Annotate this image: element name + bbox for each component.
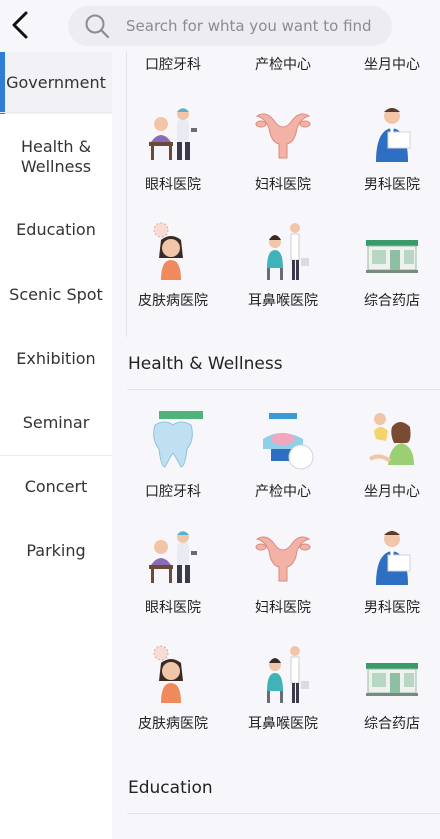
top-bar [0, 0, 440, 52]
item-label: 耳鼻喉医院 [248, 293, 318, 309]
category-item[interactable]: 眼科医院 [127, 525, 219, 617]
search-bar[interactable] [68, 6, 392, 46]
sidebar-item-concert[interactable]: Concert [0, 467, 112, 507]
category-sidebar: Government Health & Wellness Education S… [0, 52, 112, 839]
sidebar-item-label: Exhibition [16, 349, 96, 368]
ent-icon [267, 223, 309, 280]
sidebar-item-label: Government [6, 73, 106, 92]
category-item[interactable]: 综合药店 [346, 218, 438, 310]
sidebar-item-label: Concert [24, 477, 88, 496]
uterus-icon [255, 536, 311, 582]
item-label: 皮肤病医院 [138, 293, 208, 309]
category-item[interactable]: 皮肤病医院 [127, 641, 219, 733]
item-label: 男科医院 [364, 177, 420, 193]
divider [127, 813, 440, 814]
ent-icon [267, 646, 309, 703]
search-icon [85, 14, 110, 39]
item-label: 综合药店 [364, 293, 420, 309]
sidebar-item-government[interactable]: Government [0, 52, 112, 114]
item-label: 产检中心 [255, 484, 311, 500]
sidebar-item-label: Scenic Spot [9, 285, 103, 304]
divider [0, 455, 112, 456]
item-label[interactable]: 坐月中心 [346, 54, 438, 74]
sidebar-item-scenic-spot[interactable]: Scenic Spot [0, 275, 112, 315]
sidebar-item-label: Education [16, 220, 96, 239]
sidebar-item-exhibition[interactable]: Exhibition [0, 339, 112, 379]
item-label: 皮肤病医院 [138, 716, 208, 732]
male-doctor-icon [376, 531, 411, 585]
sidebar-item-seminar[interactable]: Seminar [0, 403, 112, 443]
item-label: 眼科医院 [145, 177, 201, 193]
item-label[interactable]: 口腔牙科 [127, 54, 219, 74]
category-content: 口腔牙科 产检中心 坐月中心 眼科医院 妇科医院 男科医院 皮肤病医院 耳鼻喉医… [127, 52, 440, 839]
section-title-education: Education [128, 778, 213, 798]
ophthalmology-icon [149, 108, 197, 160]
section-title-health-wellness: Health & Wellness [128, 354, 283, 374]
item-label: 男科医院 [364, 600, 420, 616]
sidebar-item-label: Parking [26, 541, 86, 560]
item-label: 妇科医院 [255, 177, 311, 193]
divider [127, 389, 440, 390]
category-item[interactable]: 妇科医院 [237, 102, 329, 194]
category-item[interactable]: 口腔牙科 [127, 409, 219, 501]
male-doctor-icon [376, 108, 411, 162]
dermatology-icon [153, 645, 183, 703]
item-label: 坐月中心 [364, 484, 420, 500]
category-item[interactable]: 妇科医院 [237, 525, 329, 617]
sidebar-item-label: Seminar [22, 413, 90, 432]
item-label: 口腔牙科 [145, 484, 201, 500]
category-item[interactable]: 综合药店 [346, 641, 438, 733]
sidebar-item-label: Health & Wellness [20, 137, 92, 176]
category-item[interactable]: 男科医院 [346, 102, 438, 194]
ophthalmology-icon [149, 531, 197, 583]
uterus-icon [255, 113, 311, 159]
category-item[interactable]: 皮肤病医院 [127, 218, 219, 310]
pharmacy-icon [366, 663, 418, 696]
sidebar-item-parking[interactable]: Parking [0, 531, 112, 571]
dermatology-icon [153, 222, 183, 280]
category-item[interactable]: 坐月中心 [346, 409, 438, 501]
tooth-icon [153, 411, 203, 468]
item-label: 眼科医院 [145, 600, 201, 616]
item-label: 综合药店 [364, 716, 420, 732]
back-arrow-icon[interactable] [8, 10, 34, 40]
item-label: 妇科医院 [255, 600, 311, 616]
category-item[interactable]: 耳鼻喉医院 [237, 641, 329, 733]
item-label: 耳鼻喉医院 [248, 716, 318, 732]
category-item[interactable]: 耳鼻喉医院 [237, 218, 329, 310]
category-item[interactable]: 男科医院 [346, 525, 438, 617]
category-item[interactable]: 眼科医院 [127, 102, 219, 194]
pharmacy-icon [366, 240, 418, 273]
item-label[interactable]: 产检中心 [237, 54, 329, 74]
sidebar-item-health-wellness[interactable]: Health & Wellness [0, 128, 112, 186]
sidebar-item-education[interactable]: Education [0, 210, 112, 250]
search-input[interactable] [124, 16, 388, 36]
divider [0, 112, 112, 113]
category-item[interactable]: 产检中心 [237, 409, 329, 501]
prenatal-check-icon [263, 413, 314, 470]
postpartum-care-icon [368, 413, 414, 465]
